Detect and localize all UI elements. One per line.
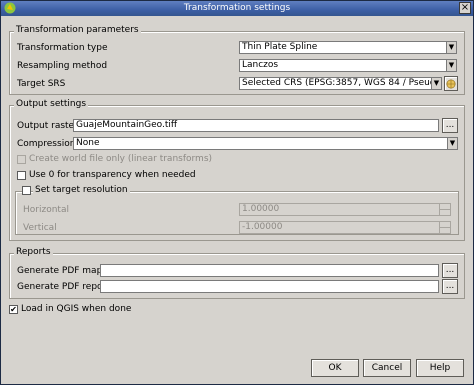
load-in-qgis-checkbox[interactable]: ✔ xyxy=(9,305,18,314)
pdf-map-input[interactable] xyxy=(100,264,439,277)
transformation-type-select[interactable]: Thin Plate Spline ▼ xyxy=(239,41,457,54)
output-settings-title: Output settings xyxy=(14,99,89,109)
resampling-method-value: Lanczos xyxy=(242,60,279,70)
ok-button[interactable]: OK xyxy=(311,359,359,377)
world-file-label: Create world file only (linear transform… xyxy=(29,154,213,164)
compression-value: None xyxy=(76,138,100,148)
spin-arrows-icon xyxy=(439,222,450,233)
chevron-down-icon: ▼ xyxy=(447,138,457,149)
vertical-value: -1.00000 xyxy=(242,222,283,232)
reports-title: Reports xyxy=(14,247,53,257)
chevron-down-icon: ▼ xyxy=(431,78,441,89)
pdf-report-input[interactable] xyxy=(100,280,439,293)
target-srs-label: Target SRS xyxy=(17,79,66,89)
horizontal-label: Horizontal xyxy=(23,205,69,215)
transformation-type-value: Thin Plate Spline xyxy=(242,42,318,52)
output-raster-browse-button[interactable]: ... xyxy=(442,118,458,133)
target-resolution-label: Set target resolution xyxy=(33,185,130,195)
close-button[interactable]: × xyxy=(459,2,471,14)
output-raster-input[interactable]: GuajeMountainGeo.tiff xyxy=(73,119,439,132)
pdf-report-label: Generate PDF report xyxy=(17,282,110,292)
resampling-method-select[interactable]: Lanczos ▼ xyxy=(239,59,457,72)
resampling-method-label: Resampling method xyxy=(17,61,108,71)
crs-globe-icon xyxy=(446,79,456,89)
cancel-button[interactable]: Cancel xyxy=(363,359,411,377)
chevron-down-icon: ▼ xyxy=(446,60,456,71)
help-button[interactable]: Help xyxy=(416,359,464,377)
output-raster-value: GuajeMountainGeo.tiff xyxy=(76,120,178,130)
compression-label: Compression xyxy=(17,139,76,149)
transformation-parameters-title: Transformation parameters xyxy=(14,25,141,35)
compression-select[interactable]: None ▼ xyxy=(73,137,458,150)
chevron-down-icon: ▼ xyxy=(446,42,456,53)
vertical-spinbox[interactable]: -1.00000 xyxy=(239,221,451,234)
horizontal-value: 1.00000 xyxy=(242,204,280,214)
load-in-qgis-label: Load in QGIS when done xyxy=(21,304,132,314)
spin-arrows-icon xyxy=(439,204,450,215)
vertical-label: Vertical xyxy=(23,223,57,233)
target-srs-value: Selected CRS (EPSG:3857, WGS 84 / Pseudo… xyxy=(242,78,442,88)
target-resolution-checkbox[interactable] xyxy=(22,186,31,195)
output-raster-label: Output raster xyxy=(17,121,78,131)
select-crs-button[interactable] xyxy=(444,76,458,91)
window-title: Transformation settings xyxy=(183,3,291,13)
pdf-report-browse-button[interactable]: ... xyxy=(442,279,458,294)
transparency-label: Use 0 for transparency when needed xyxy=(29,170,196,180)
target-srs-select[interactable]: Selected CRS (EPSG:3857, WGS 84 / Pseudo… xyxy=(239,77,442,90)
transparency-checkbox[interactable] xyxy=(17,171,26,180)
world-file-checkbox[interactable] xyxy=(17,155,26,164)
transformation-type-label: Transformation type xyxy=(17,43,108,53)
dialog-window: Transformation settings × Transformation… xyxy=(0,0,474,385)
pdf-map-browse-button[interactable]: ... xyxy=(442,263,458,278)
pdf-map-label: Generate PDF map xyxy=(17,266,103,276)
title-bar[interactable]: Transformation settings × xyxy=(1,1,473,16)
horizontal-spinbox[interactable]: 1.00000 xyxy=(239,203,451,216)
